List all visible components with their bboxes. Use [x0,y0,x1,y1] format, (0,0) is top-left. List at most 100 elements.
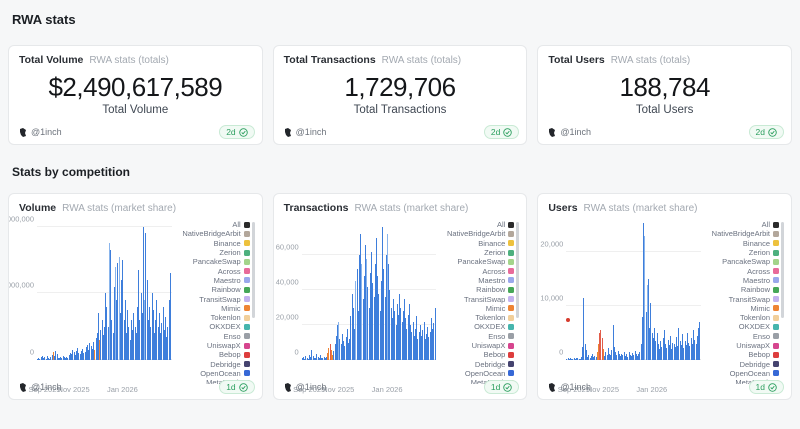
legend-item-mimic[interactable]: Mimic [436,304,514,313]
author-byline[interactable]: @1inch [19,127,62,137]
legend-label: UniswapX [207,341,241,350]
legend-label: Binance [743,239,770,248]
dashboard-page: RWA stats Total Volume RWA stats (totals… [0,0,800,408]
legend-item-all[interactable]: All [172,220,250,229]
legend-item-pancakeswap[interactable]: PancakeSwap [436,257,514,266]
legend-color-swatch [508,296,514,302]
legend-item-binance[interactable]: Binance [436,239,514,248]
legend-label: Maestro [478,276,505,285]
author-handle: @1inch [31,382,62,392]
legend-label: PancakeSwap [457,257,505,266]
legend-item-uniswapx[interactable]: UniswapX [701,341,779,350]
legend-item-uniswapx[interactable]: UniswapX [436,341,514,350]
freshness-badge[interactable]: 2d [219,125,254,139]
legend-item-bebop[interactable]: Bebop [436,350,514,359]
legend-item-bebop[interactable]: Bebop [172,350,250,359]
legend-scrollbar[interactable] [252,222,255,318]
legend-item-rainbow[interactable]: Rainbow [436,285,514,294]
chart-card-volume[interactable]: Volume RWA stats (market share) 00,000,0… [8,193,263,400]
legend-item-binance[interactable]: Binance [701,239,779,248]
legend-item-enso[interactable]: Enso [172,332,250,341]
legend-item-binance[interactable]: Binance [172,239,250,248]
author-byline[interactable]: @1inch [548,127,591,137]
legend-item-nativebridgearbit[interactable]: NativeBridgeArbit [436,229,514,238]
legend-item-maestro[interactable]: Maestro [701,276,779,285]
legend-item-tokenlon[interactable]: Tokenlon [436,313,514,322]
legend-item-mimic[interactable]: Mimic [701,304,779,313]
legend-item-pancakeswap[interactable]: PancakeSwap [172,257,250,266]
legend-item-all[interactable]: All [436,220,514,229]
legend-item-enso[interactable]: Enso [701,332,779,341]
legend-item-bebop[interactable]: Bebop [701,350,779,359]
y-axis-tick-label: 60,000 [276,243,299,252]
legend-item-mimic[interactable]: Mimic [172,304,250,313]
legend-item-transitswap[interactable]: TransitSwap [701,294,779,303]
legend-item-zerion[interactable]: Zerion [701,248,779,257]
author-handle: @1inch [560,382,591,392]
legend-item-maestro[interactable]: Maestro [436,276,514,285]
legend-color-swatch [773,352,779,358]
chart-card-transactions[interactable]: Transactions RWA stats (market share) 02… [273,193,528,400]
legend-item-across[interactable]: Across [436,266,514,275]
legend-item-rainbow[interactable]: Rainbow [172,285,250,294]
legend-item-okxdex[interactable]: OKXDEX [172,322,250,331]
legend-item-enso[interactable]: Enso [436,332,514,341]
legend-color-swatch [508,250,514,256]
legend-color-swatch [508,343,514,349]
legend-item-tokenlon[interactable]: Tokenlon [172,313,250,322]
check-circle-icon [503,383,512,392]
freshness-badge[interactable]: 1d [219,380,254,394]
freshness-badge[interactable]: 1d [484,380,519,394]
check-circle-icon [503,128,512,137]
chart-card-users[interactable]: Users RWA stats (market share) 010,00020… [537,193,792,400]
legend-scrollbar[interactable] [781,222,784,318]
legend-item-maestro[interactable]: Maestro [172,276,250,285]
legend-item-zerion[interactable]: Zerion [172,248,250,257]
bar-chart-plot[interactable]: 00,000,0000,000,000 [37,220,172,360]
y-axis-tick-label: 0 [559,348,563,357]
legend-item-uniswapx[interactable]: UniswapX [172,341,250,350]
legend-item-pancakeswap[interactable]: PancakeSwap [701,257,779,266]
legend-item-zerion[interactable]: Zerion [436,248,514,257]
legend-item-nativebridgearbit[interactable]: NativeBridgeArbit [701,229,779,238]
legend-item-debridge[interactable]: Debridge [172,359,250,368]
stat-card-total-volume[interactable]: Total Volume RWA stats (totals) $2,490,6… [8,45,263,145]
author-byline[interactable]: @1inch [548,382,591,392]
freshness-badge[interactable]: 1d [749,380,784,394]
author-byline[interactable]: @1inch [284,127,327,137]
bar-chart-plot[interactable]: 020,00040,00060,000 [302,220,437,360]
freshness-badge[interactable]: 2d [749,125,784,139]
stat-card-total-transactions[interactable]: Total Transactions RWA stats (totals) 1,… [273,45,528,145]
legend-label: Across [482,267,505,276]
legend-item-rainbow[interactable]: Rainbow [701,285,779,294]
card-title: Transactions [284,202,349,214]
freshness-badge[interactable]: 2d [484,125,519,139]
legend-item-tokenlon[interactable]: Tokenlon [701,313,779,322]
legend-item-openocean[interactable]: OpenOcean [172,369,250,378]
legend-scrollbar[interactable] [516,222,519,318]
legend-item-all[interactable]: All [701,220,779,229]
legend-item-across[interactable]: Across [172,266,250,275]
legend-color-swatch [244,250,250,256]
stat-card-total-users[interactable]: Total Users RWA stats (totals) 188,784 T… [537,45,792,145]
legend-color-swatch [773,231,779,237]
chart-legend: AllNativeBridgeArbitBinanceZerionPancake… [436,220,520,384]
legend-item-openocean[interactable]: OpenOcean [436,369,514,378]
legend-color-swatch [508,305,514,311]
legend-item-transitswap[interactable]: TransitSwap [436,294,514,303]
legend-item-okxdex[interactable]: OKXDEX [436,322,514,331]
legend-item-debridge[interactable]: Debridge [701,359,779,368]
legend-item-nativebridgearbit[interactable]: NativeBridgeArbit [172,229,250,238]
y-axis-tick-label: 20,000 [540,240,563,249]
author-byline[interactable]: @1inch [19,382,62,392]
author-byline[interactable]: @1inch [284,382,327,392]
bar-chart-plot[interactable]: 010,00020,000 [566,220,701,360]
legend-item-okxdex[interactable]: OKXDEX [701,322,779,331]
legend-item-openocean[interactable]: OpenOcean [701,369,779,378]
legend-item-across[interactable]: Across [701,266,779,275]
legend-item-debridge[interactable]: Debridge [436,359,514,368]
legend-item-transitswap[interactable]: TransitSwap [172,294,250,303]
legend-color-swatch [244,370,250,376]
bar [170,273,171,360]
legend-label: Zerion [484,248,505,257]
